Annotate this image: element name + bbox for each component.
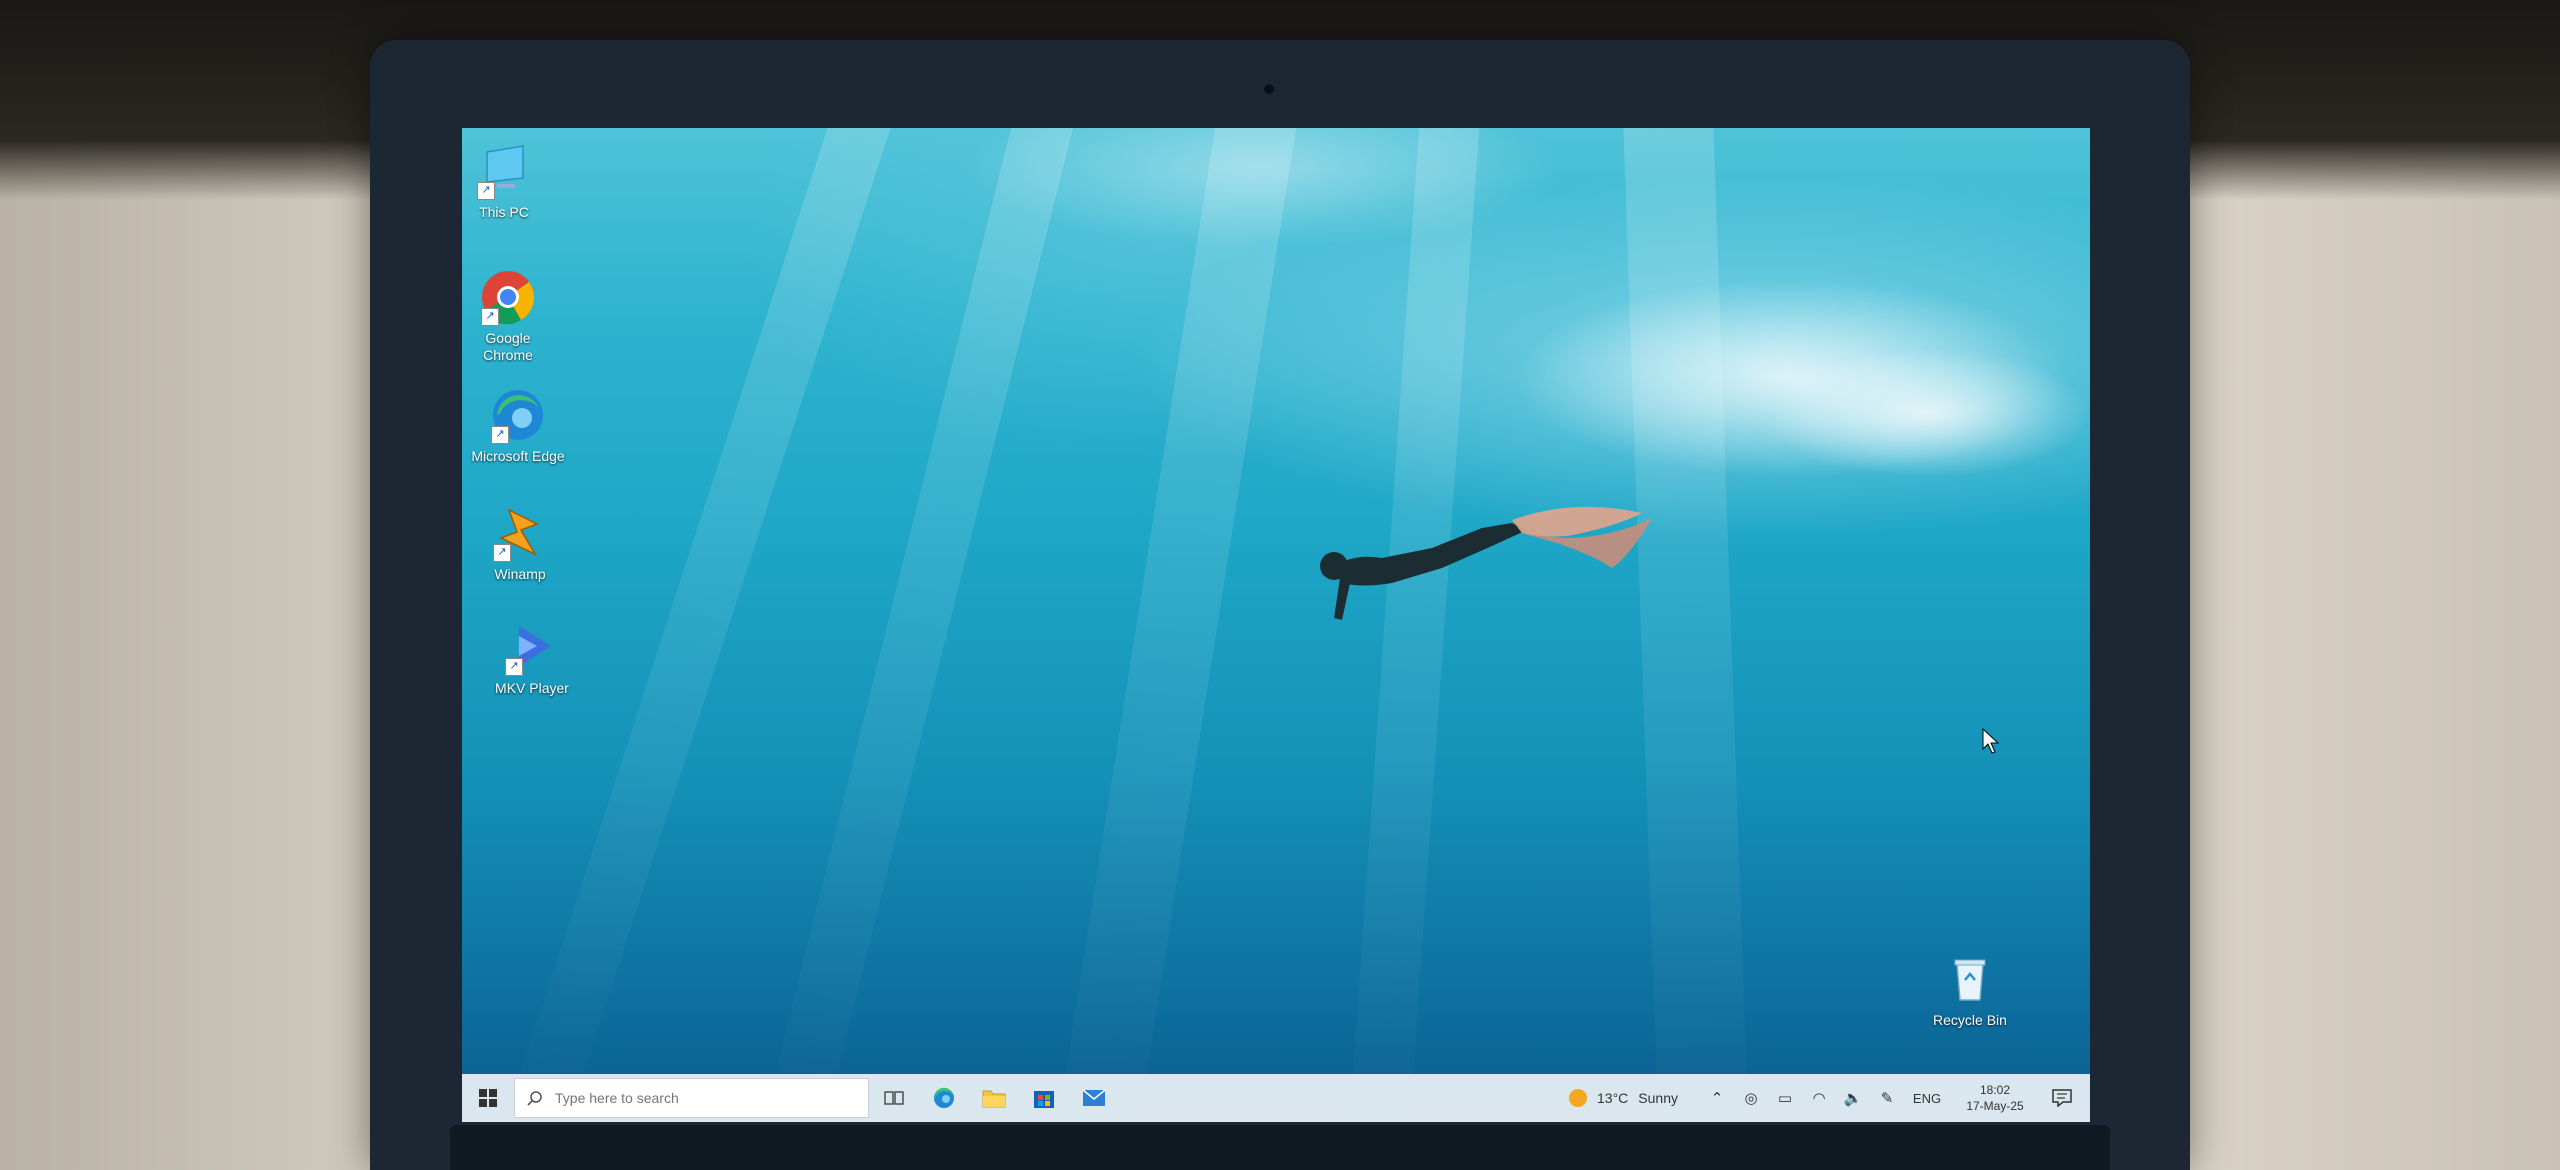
light-ray [1050,128,1302,1122]
desktop-icon-recycle-bin[interactable]: Recycle Bin [1922,950,2018,1029]
weather-temp: 13°C [1597,1090,1629,1106]
edge-icon: ↗ [489,386,547,444]
sun-icon [1569,1089,1588,1107]
desktop-icon-label: Microsoft Edge [471,448,565,464]
mail-icon [1082,1089,1106,1106]
show-hidden-icons-chevron-up-icon[interactable]: ⌃ [1700,1074,1734,1122]
diver-figure [1320,506,1652,620]
webcam [1264,84,1274,94]
desktop-icon-label: This PC [479,204,529,220]
taskbar-mail-button[interactable] [1069,1074,1119,1122]
battery-icon[interactable]: ▭ [1768,1074,1802,1122]
this-pc-icon: ↗ [475,142,533,200]
winamp-icon: ↗ [491,504,549,562]
wifi-icon[interactable]: ◠ [1802,1074,1836,1122]
weather-condition: Sunny [1638,1090,1678,1106]
file-explorer-icon [982,1090,1006,1108]
chrome-icon: ↗ [479,268,537,326]
desktop-icon-winamp[interactable]: ↗ Winamp [472,504,568,583]
search-icon [527,1091,542,1106]
task-view-icon [884,1091,904,1105]
volume-icon[interactable]: 🔈 [1836,1074,1870,1122]
input-language-indicator[interactable]: ENG [1904,1091,1950,1106]
desktop-icon-label: Recycle Bin [1933,1012,2007,1028]
edge-icon [934,1087,954,1108]
pen-icon[interactable]: ✎ [1870,1074,1904,1122]
task-view-button[interactable] [869,1074,919,1122]
meet-now-icon[interactable]: ◎ [1734,1074,1768,1122]
taskbar-file-explorer-button[interactable] [969,1074,1019,1122]
taskbar-search-box[interactable] [514,1078,869,1118]
search-input[interactable] [553,1089,857,1107]
desktop-icon-label: Winamp [494,566,546,582]
desktop-icon-edge[interactable]: ↗ Microsoft Edge [470,386,566,465]
desktop-icon-label: Google Chrome [483,330,533,363]
store-icon [1034,1091,1054,1108]
desktop-icon-chrome[interactable]: ↗ Google Chrome [462,268,556,364]
system-tray: 13°C Sunny ⌃ ◎ ▭ ◠ 🔈 ✎ ENG 18:02 17-May-… [1569,1074,2090,1122]
taskbar-clock[interactable]: 18:02 17-May-25 [1950,1082,2040,1114]
taskbar: 13°C Sunny ⌃ ◎ ▭ ◠ 🔈 ✎ ENG 18:02 17-May-… [462,1074,2090,1122]
taskbar-store-button[interactable] [1019,1074,1069,1122]
desktop-icon-this-pc[interactable]: ↗ This PC [462,142,552,221]
weather-widget[interactable]: 13°C Sunny [1569,1089,1678,1107]
desktop-screen: ↗ This PC ↗ Google Chrome ↗ Microsoft Ed… [462,128,2090,1122]
action-center-button[interactable] [2040,1074,2084,1122]
windows-logo-icon [479,1089,497,1107]
desktop-icon-mkv-player[interactable]: ↗ MKV Player [484,618,580,697]
clock-date: 17-May-25 [1966,1099,2024,1113]
mouse-cursor-icon [1982,728,2000,754]
notification-icon [2052,1089,2072,1107]
surface-foam [1762,348,2090,478]
mkv-player-icon: ↗ [503,618,561,676]
desktop-icon-label: MKV Player [495,680,569,696]
taskbar-edge-button[interactable] [919,1074,969,1122]
start-button[interactable] [462,1074,514,1122]
keyboard-hinge [450,1125,2110,1170]
clock-time: 18:02 [1979,1083,2011,1097]
recycle-bin-icon [1941,950,1999,1008]
